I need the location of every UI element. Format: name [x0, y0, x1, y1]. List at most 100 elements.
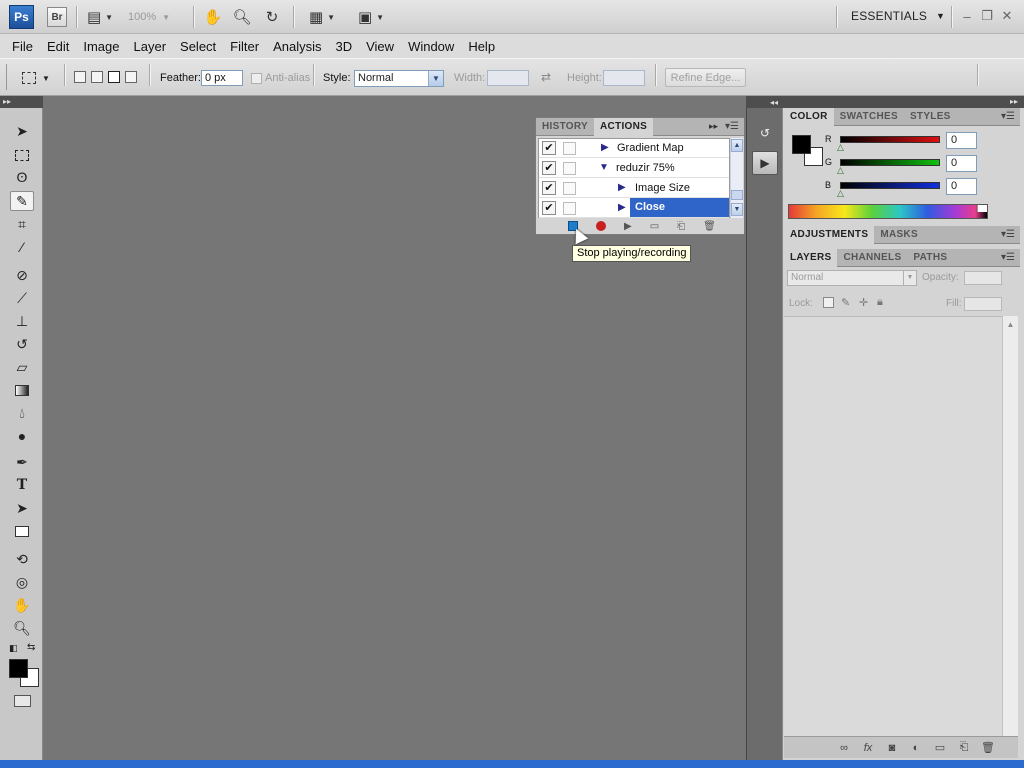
menu-3d[interactable]: 3D: [328, 39, 359, 54]
menu-edit[interactable]: Edit: [40, 39, 76, 54]
rotate-view-button[interactable]: ↻: [261, 7, 283, 27]
screen-mode-button[interactable]: ▣ ▼: [354, 7, 388, 27]
panel-menu-icon[interactable]: ▾☰: [1001, 229, 1015, 240]
action-toggle-checkbox[interactable]: ✔: [542, 141, 556, 155]
scroll-thumb[interactable]: [731, 190, 743, 200]
tool-preset-picker[interactable]: ▼: [22, 69, 54, 87]
blue-slider-thumb[interactable]: △: [837, 188, 844, 199]
tab-adjustments[interactable]: ADJUSTMENTS: [784, 226, 875, 244]
green-slider-track[interactable]: [840, 159, 940, 166]
new-layer-icon[interactable]: ⎗: [956, 741, 972, 754]
clone-stamp-tool[interactable]: ⊥: [10, 311, 34, 331]
dialog-toggle-checkbox[interactable]: [563, 142, 576, 155]
quick-selection-tool[interactable]: ✎: [10, 191, 34, 211]
color-foreground-swatch[interactable]: [792, 135, 811, 154]
workspace-switcher[interactable]: ESSENTIALS ▼: [851, 9, 945, 23]
crop-tool[interactable]: ⌗: [10, 214, 34, 234]
dialog-toggle-checkbox[interactable]: [563, 162, 576, 175]
dialog-toggle-checkbox[interactable]: [563, 202, 576, 215]
subtract-from-selection-button[interactable]: [108, 71, 120, 83]
restore-button[interactable]: ❐: [978, 7, 996, 25]
action-toggle-checkbox[interactable]: ✔: [542, 161, 556, 175]
green-slider-thumb[interactable]: △: [837, 165, 844, 176]
new-selection-button[interactable]: [74, 71, 86, 83]
tab-actions[interactable]: ACTIONS: [594, 118, 654, 136]
menu-filter[interactable]: Filter: [223, 39, 266, 54]
quick-mask-button[interactable]: [14, 695, 31, 707]
panel-menu-icon[interactable]: ▾☰: [725, 121, 739, 132]
lasso-tool[interactable]: ʘ: [10, 167, 34, 187]
menu-file[interactable]: File: [5, 39, 40, 54]
layers-scrollbar[interactable]: ▲: [1002, 316, 1018, 736]
red-slider-track[interactable]: [840, 136, 940, 143]
menu-window[interactable]: Window: [401, 39, 461, 54]
create-new-set-button[interactable]: ▭: [650, 221, 659, 232]
hand-tool[interactable]: ✋: [10, 595, 34, 615]
3d-rotate-tool[interactable]: ⟲: [10, 549, 34, 569]
tools-panel-collapse[interactable]: ▸▸: [0, 96, 43, 108]
lock-transparent-pixels-button[interactable]: [823, 297, 834, 308]
expand-triangle-icon[interactable]: ▶: [618, 202, 626, 213]
eyedropper-tool[interactable]: ⁄: [10, 237, 34, 257]
link-layers-icon[interactable]: ∞: [836, 742, 852, 754]
red-slider-thumb[interactable]: △: [837, 142, 844, 153]
intersect-selection-button[interactable]: [125, 71, 137, 83]
tab-history[interactable]: HISTORY: [536, 118, 594, 136]
rectangular-marquee-tool[interactable]: [10, 145, 34, 165]
view-extras-button[interactable]: ▤ ▼: [83, 7, 117, 27]
menu-analysis[interactable]: Analysis: [266, 39, 328, 54]
collapse-triangle-icon[interactable]: ▼: [599, 162, 609, 173]
new-group-icon[interactable]: ▭: [932, 741, 948, 754]
gradient-tool[interactable]: [10, 380, 34, 400]
add-mask-icon[interactable]: ◙: [884, 742, 900, 754]
minimize-button[interactable]: –: [958, 7, 976, 25]
menu-image[interactable]: Image: [76, 39, 126, 54]
tab-layers[interactable]: LAYERS: [784, 249, 838, 267]
lock-image-pixels-icon[interactable]: ✎: [841, 296, 850, 309]
blur-tool[interactable]: 💧︎: [10, 403, 34, 423]
swap-colors-icon[interactable]: ⇆: [27, 642, 35, 653]
panel-menu-icon[interactable]: ▾☰: [1001, 111, 1015, 122]
pen-tool[interactable]: ✒: [10, 452, 34, 472]
path-selection-tool[interactable]: ➤: [10, 498, 34, 518]
actions-panel-button[interactable]: ▶: [752, 151, 778, 175]
layer-style-icon[interactable]: fx: [860, 742, 876, 754]
type-tool[interactable]: T: [10, 475, 34, 495]
brush-tool[interactable]: ⟋: [10, 288, 34, 308]
create-new-action-button[interactable]: ⎗: [677, 221, 685, 232]
blend-mode-select[interactable]: Normal ▼: [787, 270, 917, 286]
history-panel-button[interactable]: ↺: [752, 121, 778, 145]
move-tool[interactable]: ➤: [10, 121, 34, 141]
style-select[interactable]: Normal ▼: [354, 70, 444, 87]
scroll-up-button[interactable]: ▲: [731, 139, 743, 152]
menu-help[interactable]: Help: [461, 39, 502, 54]
right-dock-collapse-bar[interactable]: ▸▸: [782, 96, 1024, 108]
panel-menu-icon[interactable]: ▾☰: [1001, 252, 1015, 263]
dodge-tool[interactable]: ●: [10, 426, 34, 446]
collapse-panel-icon[interactable]: ▸▸: [709, 121, 718, 132]
tab-channels[interactable]: CHANNELS: [837, 249, 907, 267]
feather-input[interactable]: 0 px: [201, 70, 243, 86]
tab-styles[interactable]: STYLES: [904, 108, 957, 126]
lock-position-icon[interactable]: ✛: [859, 296, 868, 309]
healing-brush-tool[interactable]: ⊘: [10, 265, 34, 285]
refine-edge-button[interactable]: Refine Edge...: [665, 68, 746, 87]
play-selection-button[interactable]: ▶: [624, 221, 632, 232]
blue-slider-track[interactable]: [840, 182, 940, 189]
zoom-level-select[interactable]: 100% ▼: [128, 9, 182, 25]
color-spectrum-bar[interactable]: [788, 204, 988, 219]
tab-paths[interactable]: PATHS: [907, 249, 953, 267]
menu-view[interactable]: View: [359, 39, 401, 54]
scroll-up-icon[interactable]: ▲: [1003, 320, 1018, 329]
green-value-input[interactable]: 0: [946, 155, 977, 172]
arrange-documents-button[interactable]: ▦ ▼: [305, 7, 339, 27]
scroll-down-button[interactable]: ▼: [731, 203, 743, 216]
red-value-input[interactable]: 0: [946, 132, 977, 149]
add-to-selection-button[interactable]: [91, 71, 103, 83]
height-input[interactable]: [603, 70, 645, 86]
zoom-tool-button[interactable]: 🔍︎: [232, 7, 252, 27]
trash-icon[interactable]: 🗑︎: [703, 221, 716, 232]
action-toggle-checkbox[interactable]: ✔: [542, 181, 556, 195]
expand-triangle-icon[interactable]: ▶: [601, 142, 609, 153]
default-colors-icon[interactable]: ◧: [9, 643, 18, 654]
